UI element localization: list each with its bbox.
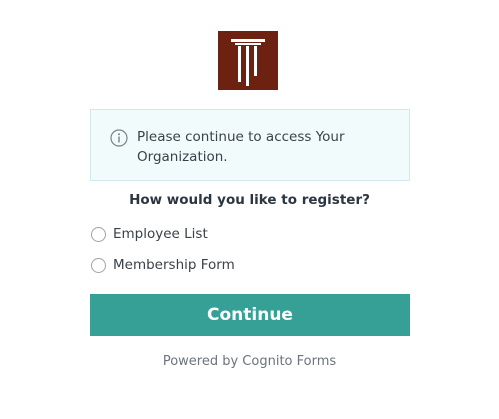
- option-employee-list[interactable]: Employee List: [91, 225, 208, 243]
- radio-membership-form[interactable]: [91, 257, 106, 273]
- powered-by-footer: Powered by Cognito Forms: [162, 354, 337, 369]
- radio-employee-list[interactable]: [91, 226, 106, 242]
- option-label-membership-form: Membership Form: [113, 257, 235, 273]
- info-message-box: Please continue to access Your Organizat…: [90, 109, 410, 181]
- continue-button[interactable]: Continue: [90, 294, 410, 336]
- organization-logo: [218, 31, 278, 90]
- registration-question: How would you like to register?: [129, 192, 370, 208]
- info-message-text: Please continue to access Your Organizat…: [137, 129, 345, 165]
- option-membership-form[interactable]: Membership Form: [91, 256, 235, 274]
- column-logo-icon: [231, 39, 265, 86]
- info-icon: [110, 129, 128, 147]
- option-label-employee-list: Employee List: [113, 226, 208, 242]
